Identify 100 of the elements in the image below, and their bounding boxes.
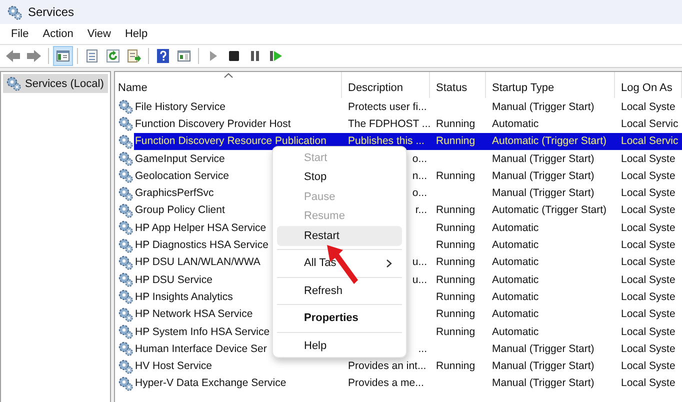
table-cell[interactable]: HP Network HSA Service [135, 308, 253, 320]
table-cell: Manual (Trigger Start) [492, 187, 594, 200]
table-cell: Protects user fi... [348, 100, 427, 113]
forward-button[interactable] [25, 47, 43, 65]
refresh-icon [105, 48, 121, 64]
table-cell[interactable]: HP App Helper HSA Service [135, 222, 266, 234]
column-label: Description [348, 82, 404, 94]
context-menu-item[interactable]: All Tas [277, 254, 402, 273]
table-cell[interactable]: File History Service [135, 100, 226, 113]
table-cell[interactable]: HP Insights Analytics [135, 290, 233, 303]
table-cell[interactable]: HP DSU Service [135, 274, 212, 286]
table-cell: u... [412, 256, 427, 268]
table-cell: Provides a me... [348, 377, 424, 390]
refresh-button[interactable] [104, 47, 122, 65]
gear-icon [118, 202, 133, 218]
console-tree-button[interactable] [54, 47, 72, 65]
gear-icon [118, 99, 133, 114]
console-window-icon [176, 48, 192, 64]
table-cell: Local Syste [621, 274, 676, 286]
table-cell[interactable]: HV Host Service [135, 360, 212, 372]
help-icon [155, 48, 171, 64]
column-label: Status [436, 82, 468, 94]
table-cell: o... [412, 152, 427, 165]
table-cell: r... [415, 204, 427, 216]
table-cell: Local Syste [621, 222, 676, 234]
gear-icon [118, 220, 133, 236]
gear-icon [7, 4, 22, 20]
table-cell: Running [436, 135, 476, 148]
gear-icon [118, 272, 133, 288]
context-menu-item[interactable]: Properties [277, 308, 402, 328]
context-menu-item[interactable]: Restart [277, 226, 402, 246]
table-cell: Running [436, 290, 476, 303]
export-list-button[interactable] [125, 47, 143, 65]
column-label: Name [118, 82, 148, 94]
table-cell[interactable]: GameInput Service [135, 152, 225, 165]
menu-label: Pause [304, 190, 336, 203]
table-cell: ... [418, 342, 427, 355]
menu-label: Resume [304, 210, 345, 222]
menu-label: Properties [304, 312, 358, 324]
context-menu-item[interactable]: Stop [277, 168, 402, 187]
sort-caret-icon [224, 73, 233, 78]
context-menu-item[interactable]: Refresh [277, 281, 402, 300]
column-header[interactable]: Startup Type [486, 72, 615, 98]
console-tree-icon [55, 48, 71, 64]
table-cell[interactable]: Geolocation Service [135, 170, 229, 182]
column-header[interactable]: Description [342, 72, 430, 98]
gear-icon [118, 324, 133, 339]
table-cell[interactable]: HP Diagnostics HSA Service [135, 239, 268, 252]
column-header[interactable]: Name [115, 72, 342, 98]
table-cell: Automatic [492, 118, 539, 130]
table-cell: Local Servic [621, 118, 678, 130]
menu-item[interactable]: File [4, 26, 36, 42]
table-cell: Manual (Trigger Start) [492, 377, 594, 390]
table-cell[interactable]: Function Discovery Provider Host [135, 118, 291, 130]
menu-label: Help [304, 340, 327, 352]
table-cell[interactable]: HP DSU LAN/WLAN/WWA [135, 256, 260, 268]
gear-icon [118, 168, 133, 184]
table-cell[interactable]: HP System Info HSA Service [135, 326, 270, 338]
table-cell: Automatic [492, 290, 539, 303]
table-cell: Automatic [492, 326, 539, 338]
table-cell: Local Syste [621, 170, 676, 182]
table-cell: Local Syste [621, 308, 676, 320]
table-cell: Manual (Trigger Start) [492, 342, 594, 355]
table-cell[interactable]: Hyper-V Data Exchange Service [135, 377, 286, 390]
menu-item[interactable]: Action [36, 26, 80, 42]
column-label: Startup Type [492, 82, 554, 94]
table-cell: Provides an int... [348, 360, 426, 372]
table-cell: Running [436, 360, 476, 372]
menu-item[interactable]: Help [118, 26, 155, 42]
chevron-right-icon [386, 258, 392, 268]
properties-icon [84, 48, 100, 64]
table-cell: n... [412, 170, 427, 182]
gear-icon [118, 306, 133, 322]
table-cell: Manual (Trigger Start) [492, 152, 594, 165]
tree-item[interactable]: Services (Local) [3, 74, 108, 93]
context-menu-item[interactable]: Help [277, 336, 402, 356]
table-cell[interactable]: Human Interface Device Ser [135, 342, 267, 355]
table-cell: Automatic (Trigger Start) [492, 135, 607, 148]
help-button[interactable] [154, 47, 172, 65]
table-cell: Local Servic [621, 135, 678, 148]
table-cell: Running [436, 326, 476, 338]
table-cell: Running [436, 222, 476, 234]
table-cell[interactable]: Group Policy Client [135, 204, 225, 216]
table-cell: Running [436, 204, 476, 216]
column-header[interactable]: Status [430, 72, 486, 98]
table-cell: Manual (Trigger Start) [492, 360, 594, 372]
table-cell[interactable]: GraphicsPerfSvc [135, 187, 214, 200]
menu-item[interactable]: View [80, 26, 118, 42]
table-cell: Automatic (Trigger Start) [492, 204, 607, 216]
table-cell: Running [436, 239, 476, 252]
table-cell: Running [436, 256, 476, 268]
table-cell[interactable]: Function Discovery Resource Publication [135, 135, 326, 148]
window-title: Services [28, 5, 74, 19]
back-button[interactable] [4, 47, 22, 65]
table-cell: Local Syste [621, 326, 676, 338]
column-header[interactable]: Log On As [615, 72, 682, 98]
gear-icon [118, 254, 133, 270]
table-cell: Manual (Trigger Start) [492, 170, 594, 182]
table-cell: Local Syste [621, 187, 676, 200]
gear-icon [6, 76, 21, 91]
